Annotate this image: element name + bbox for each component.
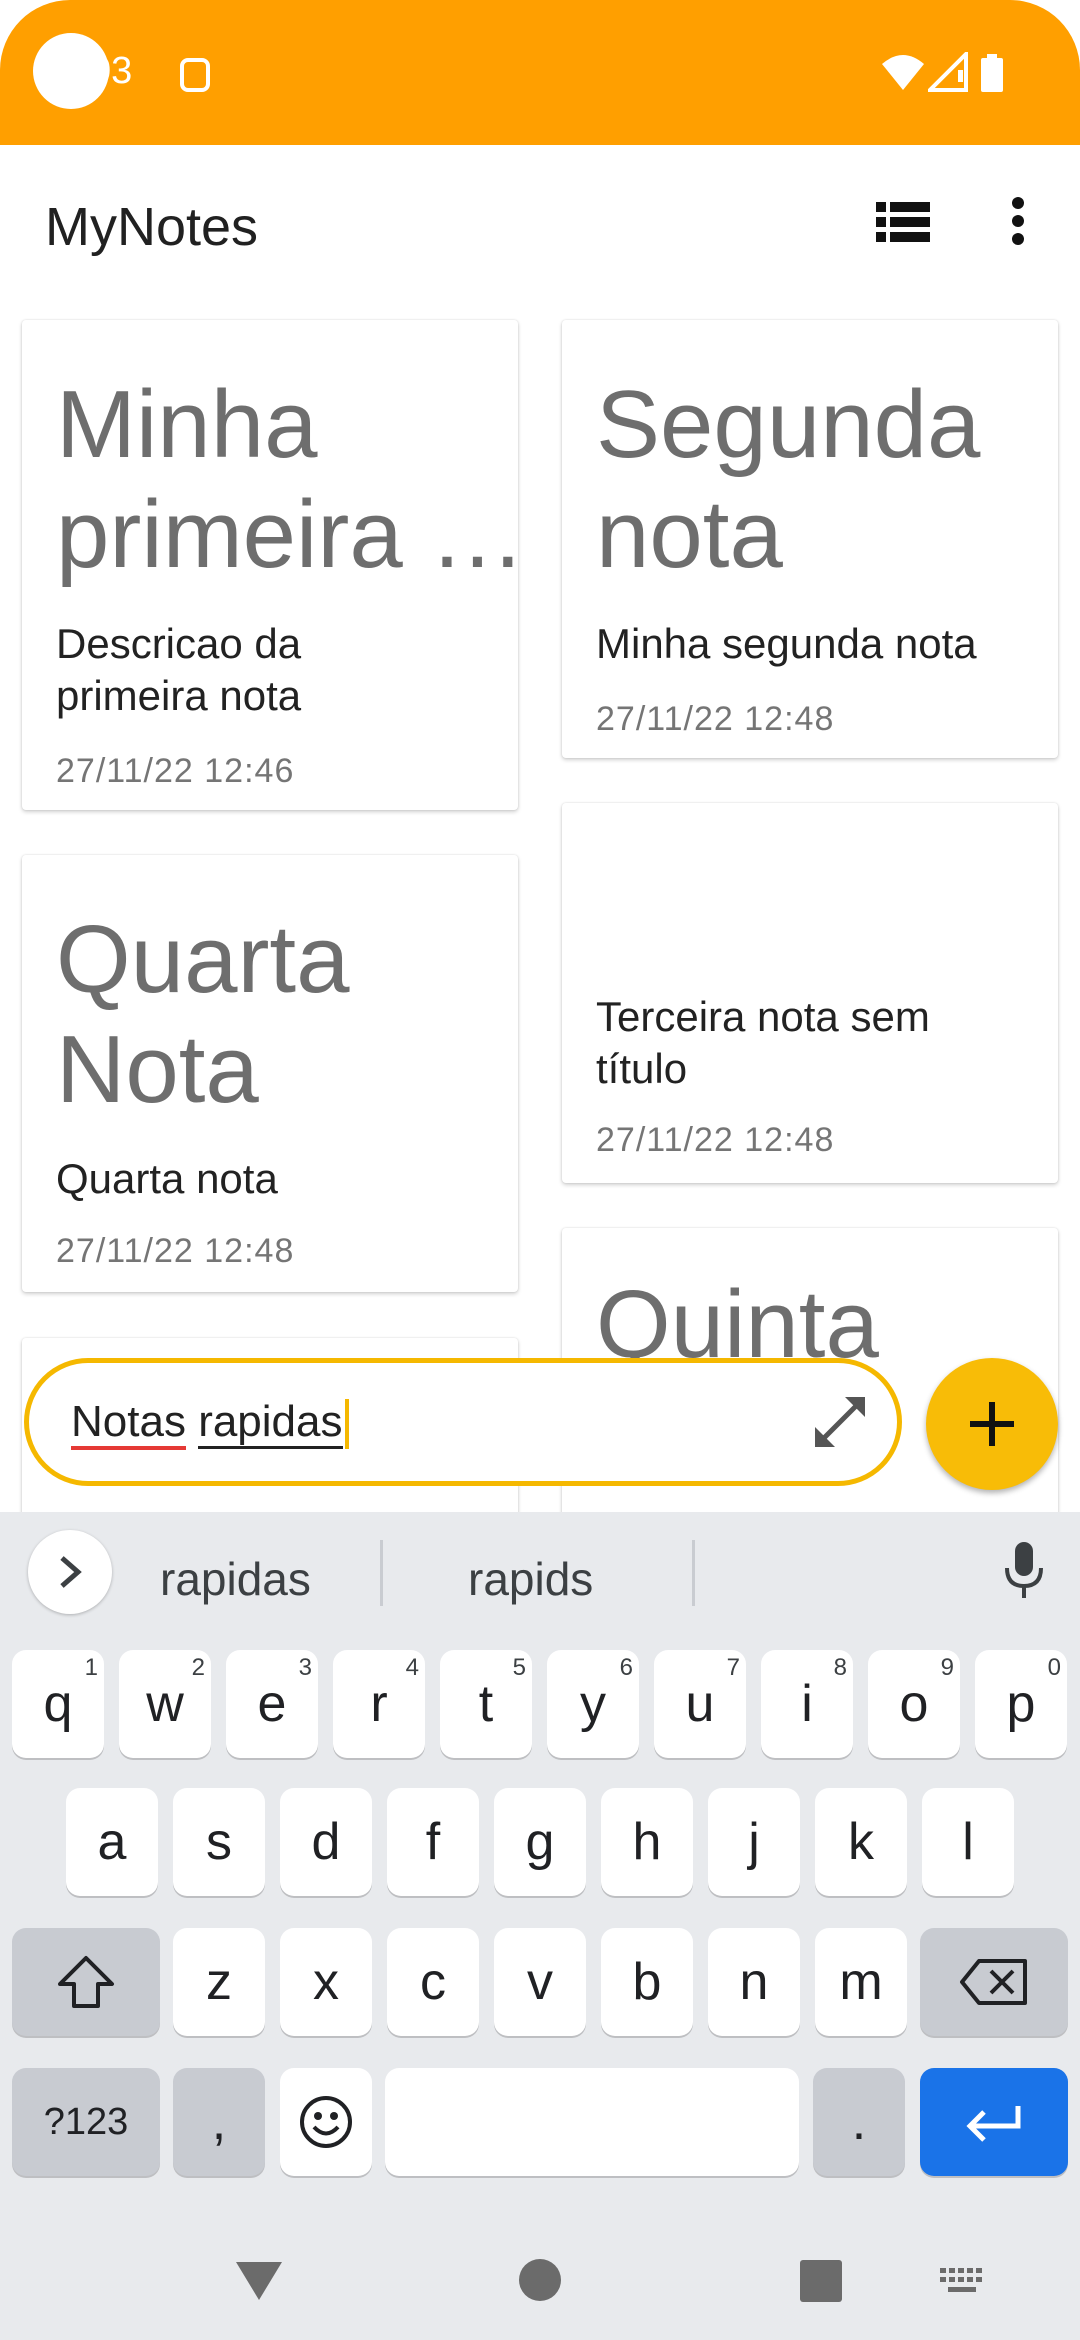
plus-icon <box>970 1402 1014 1446</box>
note-title: Quarta Nota <box>56 906 350 1123</box>
note-card[interactable]: Segunda nota Minha segunda nota 27/11/22… <box>562 320 1058 758</box>
key-e[interactable]: e3 <box>226 1650 318 1758</box>
note-description: Descricao da primeira nota <box>56 620 302 719</box>
key-a[interactable]: a <box>66 1788 158 1896</box>
emoji-key[interactable] <box>280 2068 372 2176</box>
soft-keyboard: rapidas rapids q1 w2 e3 r4 t5 y6 u7 i8 o… <box>0 1512 1080 2340</box>
note-date: 27/11/22 12:48 <box>596 1121 835 1159</box>
note-title: Minha primeira … <box>56 371 518 588</box>
quick-note-text: Notas rapidas <box>71 1397 349 1450</box>
note-date: 27/11/22 12:46 <box>56 752 295 790</box>
cell-signal-icon <box>928 52 968 92</box>
backspace-icon <box>960 1959 1027 2005</box>
note-description: Terceira nota sem título <box>596 993 930 1092</box>
note-date: 27/11/22 12:48 <box>56 1232 295 1270</box>
wifi-icon <box>882 55 924 90</box>
enter-key[interactable] <box>920 2068 1068 2176</box>
key-m[interactable]: m <box>815 1928 907 2036</box>
key-p[interactable]: p0 <box>975 1650 1067 1758</box>
space-key[interactable] <box>385 2068 799 2176</box>
text-caret <box>344 1399 349 1450</box>
camera-cutout <box>33 33 109 109</box>
key-s[interactable]: s <box>173 1788 265 1896</box>
note-description: Quarta nota <box>56 1155 278 1202</box>
nav-home-icon[interactable] <box>518 2258 562 2302</box>
list-view-icon[interactable] <box>876 200 930 244</box>
suggestion-divider <box>380 1540 383 1606</box>
key-b[interactable]: b <box>601 1928 693 2036</box>
keyboard-switch-icon[interactable] <box>940 2268 984 2294</box>
key-n[interactable]: n <box>708 1928 800 2036</box>
suggestions-expand-button[interactable] <box>28 1530 112 1614</box>
expand-icon[interactable] <box>811 1393 869 1451</box>
key-f[interactable]: f <box>387 1788 479 1896</box>
key-q[interactable]: q1 <box>12 1650 104 1758</box>
note-description: Minha segunda nota <box>596 620 977 667</box>
backspace-key[interactable] <box>920 1928 1068 2036</box>
key-i[interactable]: i8 <box>761 1650 853 1758</box>
key-v[interactable]: v <box>494 1928 586 2036</box>
shift-key[interactable] <box>12 1928 160 2036</box>
key-g[interactable]: g <box>494 1788 586 1896</box>
key-o[interactable]: o9 <box>868 1650 960 1758</box>
add-note-button[interactable] <box>926 1358 1058 1490</box>
key-z[interactable]: z <box>173 1928 265 2036</box>
quick-note-word-1: Notas <box>71 1397 186 1450</box>
key-x[interactable]: x <box>280 1928 372 2036</box>
note-card[interactable]: Minha primeira … Descricao da primeira n… <box>22 320 518 810</box>
comma-key[interactable]: , <box>173 2068 265 2176</box>
enter-icon <box>966 2106 1021 2142</box>
nav-recents-icon[interactable] <box>800 2260 842 2302</box>
shift-icon <box>58 1956 114 2008</box>
key-l[interactable]: l <box>922 1788 1014 1896</box>
key-r[interactable]: r4 <box>333 1650 425 1758</box>
key-h[interactable]: h <box>601 1788 693 1896</box>
period-key[interactable]: . <box>813 2068 905 2176</box>
suggestion-1[interactable]: rapidas <box>160 1552 311 1606</box>
suggestion-divider <box>692 1540 695 1606</box>
key-c[interactable]: c <box>387 1928 479 2036</box>
app-title: MyNotes <box>45 197 259 257</box>
chevron-right-icon <box>60 1556 82 1588</box>
key-t[interactable]: t5 <box>440 1650 532 1758</box>
quick-note-word-2: rapidas <box>198 1397 343 1449</box>
nav-back-icon[interactable] <box>234 2258 284 2302</box>
key-d[interactable]: d <box>280 1788 372 1896</box>
note-card[interactable]: Terceira nota sem título 27/11/22 12:48 <box>562 803 1058 1183</box>
microphone-icon[interactable] <box>1004 1542 1044 1602</box>
quick-note-input[interactable]: Notas rapidas <box>24 1358 902 1486</box>
symbols-key[interactable]: ?123 <box>12 2068 160 2176</box>
emoji-icon <box>300 2096 352 2148</box>
key-w[interactable]: w2 <box>119 1650 211 1758</box>
note-date: 27/11/22 12:48 <box>596 700 835 738</box>
key-u[interactable]: u7 <box>654 1650 746 1758</box>
more-options-icon[interactable] <box>1006 196 1030 246</box>
key-j[interactable]: j <box>708 1788 800 1896</box>
notification-app-icon <box>180 58 210 92</box>
battery-icon <box>981 54 1003 92</box>
key-k[interactable]: k <box>815 1788 907 1896</box>
key-y[interactable]: y6 <box>547 1650 639 1758</box>
note-title: Segunda nota <box>596 371 981 588</box>
note-card[interactable]: Quarta Nota Quarta nota 27/11/22 12:48 <box>22 855 518 1292</box>
suggestion-2[interactable]: rapids <box>468 1552 593 1606</box>
